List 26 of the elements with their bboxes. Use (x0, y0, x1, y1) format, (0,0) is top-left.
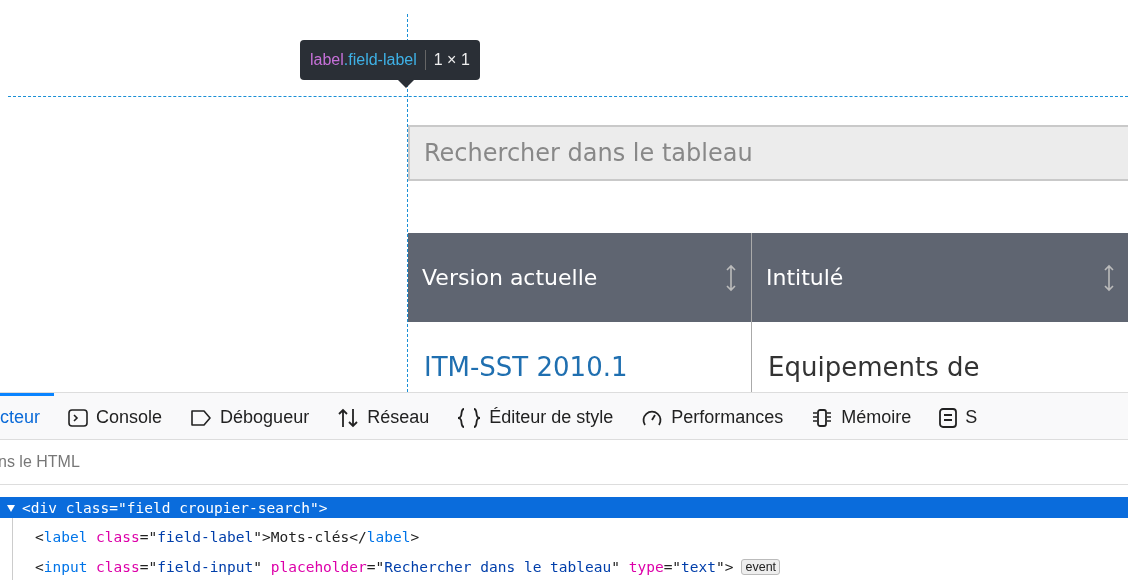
sort-icon (725, 263, 737, 292)
column-header[interactable]: Intitulé (751, 233, 1128, 322)
devtools-tab[interactable]: cteur (0, 393, 55, 439)
expanded-triangle-icon[interactable] (6, 502, 16, 513)
chip-icon (811, 407, 834, 428)
markup-line[interactable]: <label class="field-label">Mots-clés</label> (13, 522, 420, 552)
devtools-tab[interactable]: Performances (627, 393, 798, 439)
devtools-tab[interactable]: Éditeur de style (443, 393, 628, 439)
storage-icon (939, 407, 958, 428)
event-badge[interactable]: event (741, 559, 781, 575)
size-label: 1 × 1 (433, 51, 470, 69)
devtools-tab[interactable]: Console (54, 393, 177, 439)
devtools-tab[interactable]: Réseau (323, 393, 444, 439)
search-field[interactable]: Rechercher dans le tableau (408, 125, 1128, 181)
tag-icon (190, 408, 213, 427)
up-down-arrows-icon (337, 407, 360, 428)
devtools-tab[interactable]: Débogueur (176, 393, 324, 439)
console-icon (68, 408, 89, 427)
selector-label: label.field-label (310, 51, 417, 69)
devtools-tab[interactable]: S (925, 393, 992, 439)
sort-icon (1103, 263, 1115, 292)
version-link[interactable]: ITM-SST 2010.1 (424, 352, 628, 382)
devtools-tab[interactable]: Mémoire (797, 393, 926, 439)
braces-icon (457, 407, 482, 428)
column-header[interactable]: Version actuelle (408, 233, 752, 322)
markup-line[interactable]: <input class="field-input" placeholder="Rechercher dans le tableau" type="text"> (13, 552, 734, 580)
